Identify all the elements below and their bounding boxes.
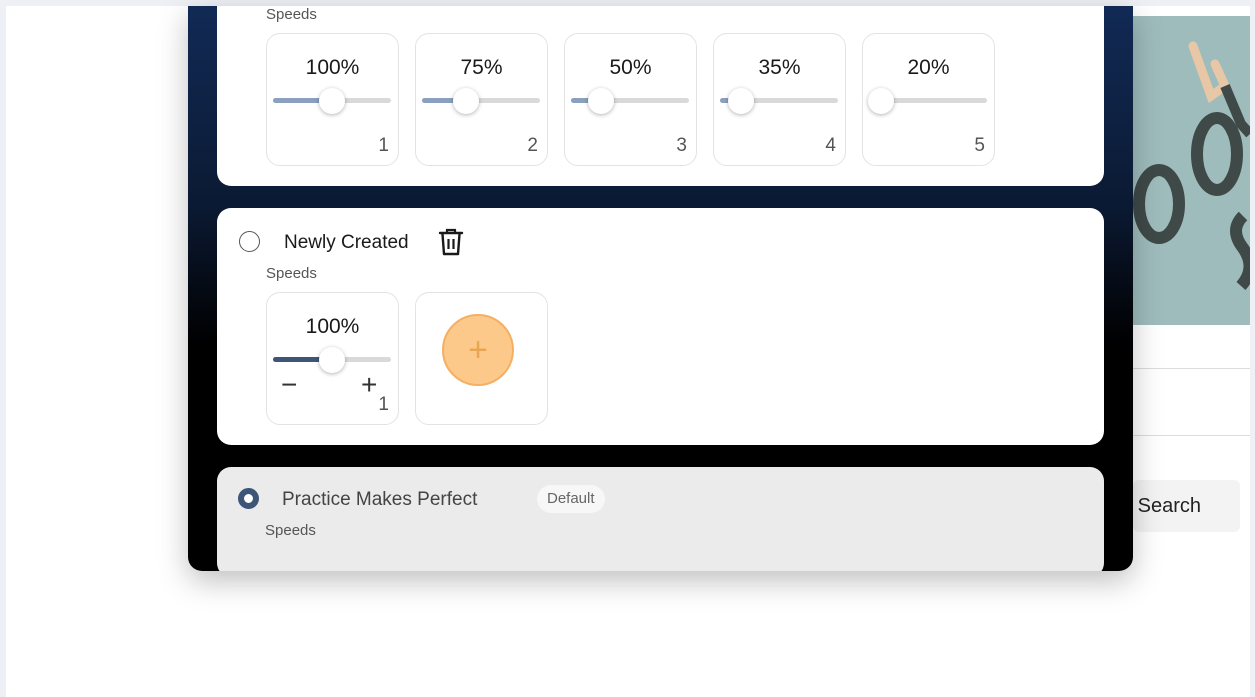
speed-tile: 100% − + 1 <box>266 292 399 425</box>
speeds-label: Speeds <box>266 265 317 282</box>
speed-index: 5 <box>974 135 985 156</box>
background-search-label: e Search <box>1133 495 1202 517</box>
speed-set-card: Newly Created Speeds 100% − + 1 + <box>217 208 1104 445</box>
speed-percent: 50% <box>609 56 652 79</box>
add-speed-button[interactable]: + <box>442 314 514 386</box>
speed-set-title: Newly Created <box>284 232 409 253</box>
speed-index: 1 <box>378 135 389 156</box>
speed-slider[interactable] <box>422 88 540 114</box>
speed-tile: 35% 4 <box>713 33 846 166</box>
speed-tile: 75% 2 <box>415 33 548 166</box>
slider-thumb[interactable] <box>727 88 754 114</box>
speed-index: 1 <box>378 394 389 415</box>
speed-index: 3 <box>676 135 687 156</box>
speed-set-card: Speeds 100% 1 75% 2 50% 3 35% 4 20% 5 <box>217 6 1104 186</box>
speed-settings-modal: Speeds 100% 1 75% 2 50% 3 35% 4 20% 5 Ne… <box>188 6 1133 571</box>
speed-percent: 100% <box>305 315 360 338</box>
speed-slider[interactable] <box>273 88 391 114</box>
speed-index: 2 <box>527 135 538 156</box>
speed-tile: 100% 1 <box>266 33 399 166</box>
slider-thumb[interactable] <box>319 88 345 114</box>
add-speed-tile: + <box>415 292 548 425</box>
speed-tile: 20% 5 <box>862 33 995 166</box>
background-divider <box>1133 368 1250 369</box>
background-divider <box>1133 435 1250 436</box>
speed-slider[interactable] <box>571 88 689 114</box>
background-search-button[interactable]: e Search <box>1133 480 1240 532</box>
speed-slider[interactable] <box>273 347 391 373</box>
speed-set-radio[interactable] <box>239 231 260 252</box>
speed-tiles: 100% − + 1 + <box>266 292 548 425</box>
background-illustration <box>1133 16 1250 325</box>
speed-set-card: Practice Makes Perfect Default Speeds <box>217 467 1104 571</box>
speed-set-title: Practice Makes Perfect <box>282 489 478 510</box>
slider-thumb[interactable] <box>453 88 480 114</box>
slider-thumb[interactable] <box>319 347 345 373</box>
slider-thumb[interactable] <box>587 88 614 114</box>
plus-icon: + <box>468 331 488 369</box>
speed-percent: 20% <box>907 56 950 79</box>
speed-set-radio-selected[interactable] <box>238 488 259 509</box>
speed-percent: 35% <box>758 56 801 79</box>
speed-slider[interactable] <box>867 88 987 114</box>
default-badge: Default <box>537 485 605 513</box>
speed-tiles: 100% 1 75% 2 50% 3 35% 4 20% 5 <box>266 33 995 166</box>
decrease-speed-button[interactable]: − <box>281 371 297 399</box>
speeds-label: Speeds <box>266 6 317 23</box>
speed-tile: 50% 3 <box>564 33 697 166</box>
speed-percent: 100% <box>305 56 360 79</box>
speeds-label: Speeds <box>265 522 316 539</box>
speed-slider[interactable] <box>720 88 838 114</box>
trash-icon[interactable] <box>438 228 464 256</box>
slider-thumb[interactable] <box>867 88 894 114</box>
speed-percent: 75% <box>460 56 503 79</box>
speed-index: 4 <box>825 135 836 156</box>
increase-speed-button[interactable]: + <box>361 371 377 399</box>
